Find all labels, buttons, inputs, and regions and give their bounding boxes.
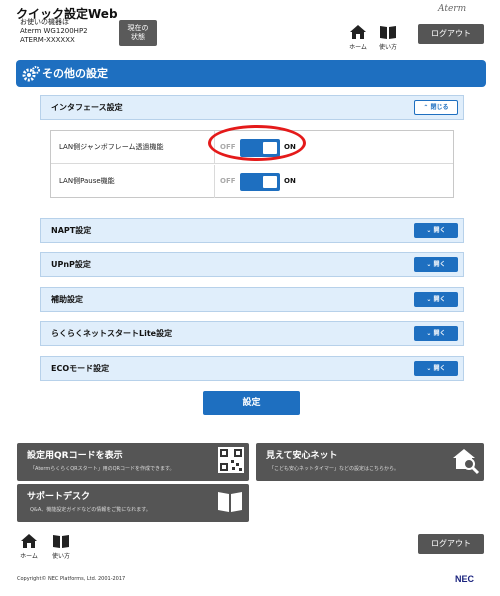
eco-mode-panel[interactable]: ECOモード設定 ⌄ 開く bbox=[40, 356, 464, 381]
panel-title: NAPT設定 bbox=[51, 226, 92, 235]
card-title: 設定用QRコードを表示 bbox=[27, 451, 123, 461]
header: クイック設定Web お使いの機器は Aterm WG1200HP2 ATERM-… bbox=[0, 0, 500, 56]
mieteanshin-net-card[interactable]: 見えて安心ネット 「こども安心ネットタイマー」などの設定はこちらから。 bbox=[256, 443, 484, 481]
chevron-down-icon: ⌄ bbox=[426, 365, 434, 372]
panel-title: インタフェース設定 bbox=[51, 103, 123, 112]
house-search-icon bbox=[453, 449, 480, 475]
current-status-button[interactable]: 現在の 状態 bbox=[119, 20, 157, 46]
chevron-down-icon: ⌄ bbox=[426, 330, 434, 337]
off-label: OFF bbox=[220, 177, 236, 185]
section-title-bar: その他の設定 bbox=[16, 60, 486, 87]
section-title: その他の設定 bbox=[42, 67, 108, 80]
napt-settings-panel[interactable]: NAPT設定 ⌄ 開く bbox=[40, 218, 464, 243]
home-icon bbox=[21, 534, 37, 548]
footer-help-nav[interactable]: 使い方 bbox=[48, 533, 74, 560]
home-nav[interactable]: ホーム bbox=[345, 24, 371, 51]
auxiliary-settings-panel[interactable]: 補助設定 ⌄ 開く bbox=[40, 287, 464, 312]
row-label: LAN側Pause機能 bbox=[59, 177, 115, 185]
expand-button[interactable]: ⌄ 開く bbox=[414, 361, 458, 376]
panel-title: 補助設定 bbox=[51, 295, 83, 304]
chevron-down-icon: ⌄ bbox=[426, 261, 434, 268]
card-desc: 「こども安心ネットタイマー」などの設定はこちらから。 bbox=[269, 466, 400, 472]
card-title: 見えて安心ネット bbox=[266, 451, 338, 461]
footer-logout-button[interactable]: ログアウト bbox=[418, 534, 484, 554]
card-title: サポートデスク bbox=[27, 492, 91, 502]
apply-settings-button[interactable]: 設定 bbox=[203, 391, 300, 415]
rakuraku-net-start-panel[interactable]: らくらくネットスタートLite設定 ⌄ 開く bbox=[40, 321, 464, 346]
card-desc: Q&A、機能設定ガイドなどの情報をご覧になれます。 bbox=[30, 507, 151, 513]
book-icon bbox=[218, 492, 242, 512]
device-id: ATERM-XXXXXX bbox=[20, 36, 75, 44]
panel-title: UPnP設定 bbox=[51, 260, 91, 269]
qr-code-card[interactable]: 設定用QRコードを表示 「AtermらくらくQRスタート」用のQRコードを作成で… bbox=[17, 443, 249, 481]
interface-settings-panel-header[interactable]: インタフェース設定 ⌃ 閉じる bbox=[40, 95, 464, 120]
highlight-annotation bbox=[208, 125, 306, 161]
chevron-down-icon: ⌄ bbox=[426, 296, 434, 303]
brand-logo: Aterm bbox=[438, 4, 467, 14]
book-icon bbox=[380, 26, 396, 39]
gear-icon bbox=[22, 66, 40, 82]
device-label: お使いの機器は bbox=[20, 18, 69, 26]
chevron-down-icon: ⌄ bbox=[426, 227, 434, 234]
support-desk-card[interactable]: サポートデスク Q&A、機能設定ガイドなどの情報をご覧になれます。 bbox=[17, 484, 249, 522]
expand-button[interactable]: ⌄ 開く bbox=[414, 292, 458, 307]
row-label: LAN側ジャンボフレーム透過機能 bbox=[59, 143, 164, 151]
copyright: Copyright© NEC Platforms, Ltd. 2001-2017 bbox=[17, 576, 126, 582]
chevron-up-icon: ⌃ bbox=[423, 104, 429, 111]
qr-code-icon bbox=[218, 447, 244, 473]
expand-button[interactable]: ⌄ 開く bbox=[414, 257, 458, 272]
on-label: ON bbox=[284, 177, 296, 185]
footer-home-nav[interactable]: ホーム bbox=[16, 533, 42, 560]
pause-toggle[interactable] bbox=[240, 173, 280, 191]
panel-title: ECOモード設定 bbox=[51, 364, 110, 373]
nec-logo: NEC bbox=[455, 574, 475, 584]
book-icon bbox=[53, 535, 69, 548]
logout-button[interactable]: ログアウト bbox=[418, 24, 484, 44]
collapse-button[interactable]: ⌃ 閉じる bbox=[414, 100, 458, 115]
help-nav[interactable]: 使い方 bbox=[375, 24, 401, 51]
upnp-settings-panel[interactable]: UPnP設定 ⌄ 開く bbox=[40, 252, 464, 277]
device-model: Aterm WG1200HP2 bbox=[20, 27, 88, 35]
panel-title: らくらくネットスタートLite設定 bbox=[51, 329, 173, 338]
settings-row-pause: LAN側Pause機能 OFF ON bbox=[51, 165, 453, 198]
expand-button[interactable]: ⌄ 開く bbox=[414, 223, 458, 238]
expand-button[interactable]: ⌄ 開く bbox=[414, 326, 458, 341]
card-desc: 「AtermらくらくQRスタート」用のQRコードを作成できます。 bbox=[30, 466, 175, 472]
home-icon bbox=[350, 25, 366, 39]
